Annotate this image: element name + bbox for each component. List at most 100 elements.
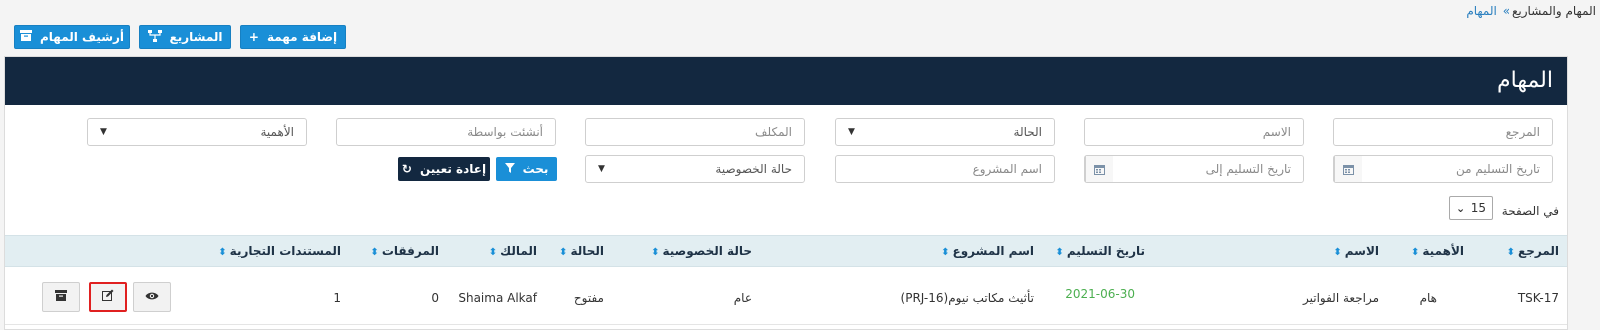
- column-header-project-name[interactable]: اسم المشروع⬍: [941, 244, 1034, 258]
- sort-icon: ⬍: [370, 247, 379, 258]
- column-header-owner[interactable]: المالك⬍: [489, 244, 537, 258]
- sort-icon: ⬍: [651, 247, 660, 258]
- column-header-commercial-docs[interactable]: المستندات التجارية⬍: [218, 244, 341, 258]
- calendar-icon[interactable]: [1085, 156, 1113, 182]
- status-filter-value: الحالة: [1013, 125, 1042, 139]
- column-header-name[interactable]: الاسم⬍: [1333, 244, 1379, 258]
- column-header-label: الحالة: [570, 244, 604, 258]
- cell-project-name[interactable]: تأثيث مكاتب نيوم(PRJ-16): [901, 291, 1034, 305]
- view-button[interactable]: [133, 282, 171, 312]
- name-filter-input[interactable]: الاسم: [1084, 118, 1304, 146]
- column-header-label: الأهمية: [1422, 244, 1464, 258]
- column-header-label: المرجع: [1518, 244, 1559, 258]
- tasks-panel: المهام المرجع الاسم الحالة ▼ المكلف أنشئ…: [4, 56, 1568, 330]
- cell-delivery-date: 2021-06-30: [1065, 287, 1135, 301]
- eye-icon: [145, 290, 159, 305]
- edit-icon: [102, 289, 114, 305]
- cell-commercial-docs: 1: [333, 291, 341, 305]
- sort-icon: ⬍: [559, 247, 568, 258]
- sort-icon: ⬍: [488, 247, 498, 258]
- delivery-from-placeholder: تاريخ التسليم من: [1456, 162, 1540, 176]
- cell-importance: هام: [1419, 291, 1437, 305]
- project-name-filter-placeholder: اسم المشروع: [972, 162, 1042, 176]
- breadcrumb-root[interactable]: المهام والمشاريع: [1512, 4, 1596, 18]
- assignee-filter-placeholder: المكلف: [755, 125, 792, 139]
- projects-button[interactable]: المشاريع: [139, 25, 231, 49]
- sort-icon: ⬍: [1333, 247, 1342, 258]
- cell-name[interactable]: مراجعة الفواتير: [1303, 291, 1379, 305]
- sort-icon: ⬍: [941, 247, 950, 258]
- table-row[interactable]: TSK-17 هام مراجعة الفواتير 2021-06-30 تأ…: [5, 268, 1567, 325]
- breadcrumb-current[interactable]: المهام: [1466, 4, 1497, 18]
- column-header-label: الاسم: [1344, 244, 1379, 258]
- sort-icon: ⬍: [1506, 247, 1516, 258]
- column-header-privacy[interactable]: حالة الخصوصية⬍: [651, 244, 752, 258]
- column-header-status[interactable]: الحالة⬍: [559, 244, 604, 258]
- plus-icon: +: [248, 30, 259, 44]
- column-header-delivery-date[interactable]: تاريخ التسليم⬍: [1055, 244, 1145, 258]
- column-header-label: المستندات التجارية: [229, 244, 341, 258]
- table-header: المرجع⬍ الأهمية⬍ الاسم⬍ تاريخ التسليم⬍ ا…: [5, 235, 1567, 267]
- edit-button[interactable]: [89, 282, 127, 312]
- caret-down-icon: ▼: [100, 127, 107, 137]
- column-header-label: اسم المشروع: [952, 244, 1035, 258]
- archive-icon: [55, 289, 67, 305]
- top-toolbar: أرشيف المهام المشاريع إضافة مهمة +: [14, 25, 346, 49]
- add-task-button-label: إضافة مهمة: [266, 30, 338, 44]
- cell-status: مفتوح: [573, 291, 604, 305]
- search-button-label: بحث: [522, 162, 549, 176]
- filter-icon: [504, 162, 515, 176]
- panel-header: المهام: [5, 57, 1567, 105]
- per-page-value: 15: [1470, 201, 1486, 215]
- importance-filter-select[interactable]: الأهمية ▼: [87, 118, 307, 146]
- page-title: المهام: [1497, 68, 1553, 93]
- sitemap-icon: [147, 29, 162, 45]
- reference-filter-input[interactable]: المرجع: [1333, 118, 1553, 146]
- sort-icon: ⬍: [1411, 247, 1420, 258]
- delivery-to-date-input[interactable]: تاريخ التسليم إلى: [1084, 155, 1304, 183]
- delivery-to-placeholder: تاريخ التسليم إلى: [1205, 162, 1291, 176]
- privacy-status-filter-value: حالة الخصوصية: [715, 162, 792, 176]
- chevron-down-icon: ⌄: [1456, 201, 1466, 215]
- reset-button-label: إعادة تعيين: [419, 162, 487, 176]
- undo-icon: ↻: [401, 162, 412, 176]
- cell-owner: Shaima Alkaf: [458, 291, 537, 305]
- per-page-label: في الصفحة: [1501, 204, 1559, 218]
- column-header-reference[interactable]: المرجع⬍: [1507, 244, 1559, 258]
- archive-row-button[interactable]: [42, 282, 80, 312]
- column-header-attachments[interactable]: المرفقات⬍: [370, 244, 439, 258]
- column-header-label: تاريخ التسليم: [1066, 244, 1145, 258]
- projects-button-label: المشاريع: [169, 30, 223, 44]
- assignee-filter-input[interactable]: المكلف: [585, 118, 805, 146]
- column-header-importance[interactable]: الأهمية⬍: [1411, 244, 1464, 258]
- archive-button-label: أرشيف المهام: [39, 30, 125, 44]
- sort-icon: ⬍: [218, 247, 227, 258]
- delivery-from-date-input[interactable]: تاريخ التسليم من: [1333, 155, 1553, 183]
- sort-icon: ⬍: [1055, 247, 1064, 258]
- reference-filter-placeholder: المرجع: [1505, 125, 1540, 139]
- column-header-label: المالك: [500, 244, 537, 258]
- created-by-filter-input[interactable]: أنشئت بواسطة: [336, 118, 556, 146]
- caret-down-icon: ▼: [598, 164, 605, 174]
- project-name-filter-input[interactable]: اسم المشروع: [835, 155, 1055, 183]
- column-header-label: حالة الخصوصية: [662, 244, 752, 258]
- importance-filter-value: الأهمية: [260, 125, 295, 139]
- cell-privacy: عام: [733, 291, 752, 305]
- breadcrumb: المهام والمشاريع» المهام: [1466, 4, 1596, 18]
- column-header-label: المرفقات: [381, 244, 439, 258]
- cell-reference[interactable]: TSK-17: [1518, 291, 1559, 305]
- add-task-button[interactable]: إضافة مهمة +: [240, 25, 346, 49]
- breadcrumb-separator: »: [1502, 4, 1511, 18]
- cell-attachments: 0: [431, 291, 439, 305]
- reset-button[interactable]: إعادة تعيين ↻: [398, 157, 490, 181]
- status-filter-select[interactable]: الحالة ▼: [835, 118, 1055, 146]
- caret-down-icon: ▼: [848, 127, 855, 137]
- archive-icon: [19, 30, 32, 44]
- archive-tasks-button[interactable]: أرشيف المهام: [14, 25, 130, 49]
- name-filter-placeholder: الاسم: [1262, 125, 1291, 139]
- calendar-icon[interactable]: [1334, 156, 1362, 182]
- privacy-status-filter-select[interactable]: حالة الخصوصية ▼: [585, 155, 805, 183]
- search-button[interactable]: بحث: [496, 157, 557, 181]
- created-by-filter-placeholder: أنشئت بواسطة: [467, 125, 543, 139]
- per-page-select[interactable]: ⌄ 15: [1449, 196, 1493, 220]
